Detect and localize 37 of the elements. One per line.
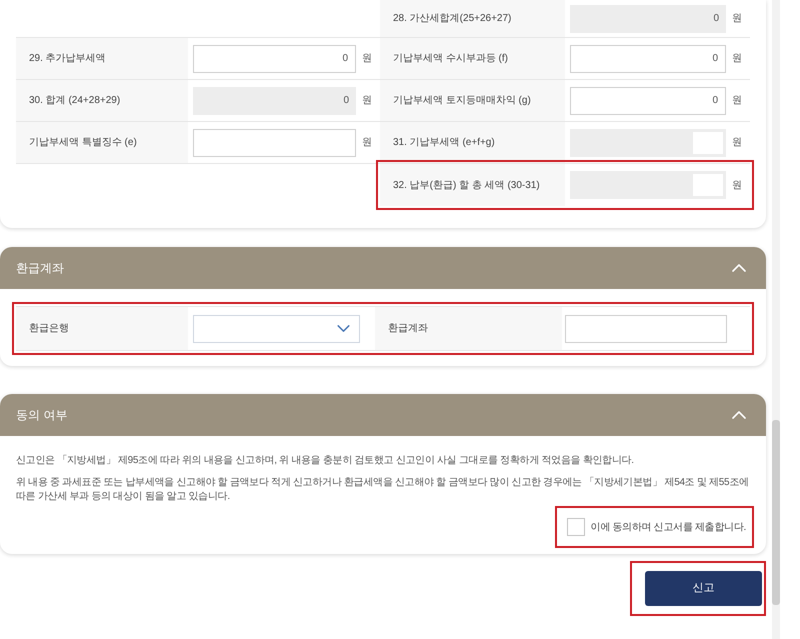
field-label: 28. 가산세합계(25+26+27) (380, 0, 565, 37)
field-label: 환급계좌 (375, 307, 562, 350)
unit-label: 원 (732, 94, 742, 108)
field-label: 31. 기납부세액 (e+f+g) (380, 122, 565, 163)
unit-label: 원 (362, 136, 372, 150)
field-label: 환급은행 (16, 307, 188, 350)
input-field[interactable]: 0 (570, 86, 726, 114)
unit-label: 원 (362, 94, 372, 108)
unit-label: 원 (732, 52, 742, 66)
consent-text: 위 내용 중 과세표준 또는 납부세액을 신고해야 할 금액보다 적게 신고하거나 환급세액을 신고해야 할 금액보다 많이 신고한 경우에는 「지방세기본법」 제54조 및 제55조에 따른 가산세 부과 등의 대상이 됨을 알고 있습니다. (16, 476, 750, 504)
chevron-up-icon (732, 411, 746, 419)
field-label: 29. 추가납부세액 (16, 38, 188, 79)
account-input[interactable] (565, 314, 727, 342)
unit-label: 원 (362, 52, 372, 66)
chevron-up-icon (732, 264, 746, 272)
section-title: 환급계좌 (16, 260, 64, 277)
checkbox[interactable] (566, 518, 585, 536)
scrollbar-thumb[interactable] (772, 420, 780, 605)
submit-button[interactable]: 신고 (645, 571, 762, 606)
agree-label: 이에 동의하며 신고서를 제출합니다. (590, 520, 746, 534)
bank-select[interactable] (193, 314, 360, 342)
input-field[interactable] (193, 128, 356, 156)
field-label: 32. 납부(환급) 할 총 세액 (30-31) (380, 164, 565, 206)
field-label: 기납부세액 특별징수 (e) (16, 122, 188, 163)
readonly-field: 0 (570, 4, 726, 32)
field-label: 30. 합계 (24+28+29) (16, 80, 188, 121)
input-field[interactable]: 0 (193, 44, 356, 72)
chevron-down-icon (337, 325, 350, 332)
readonly-field: 0 (193, 86, 356, 114)
field-label: 기납부세액 수시부과등 (f) (380, 38, 565, 79)
unit-label: 원 (732, 136, 742, 150)
unit-label: 원 (732, 178, 742, 192)
consent-text: 신고인은 「지방세법」 제95조에 따라 위의 내용을 신고하며, 위 내용을 충분히 검토했고 신고인이 사실 그대로를 정확하게 적었음을 확인합니다. (16, 454, 635, 468)
unit-label: 원 (732, 12, 742, 26)
input-field[interactable]: 0 (570, 44, 726, 72)
field-label: 기납부세액 토지등매매차익 (g) (380, 80, 565, 121)
section-title: 동의 여부 (16, 407, 68, 424)
